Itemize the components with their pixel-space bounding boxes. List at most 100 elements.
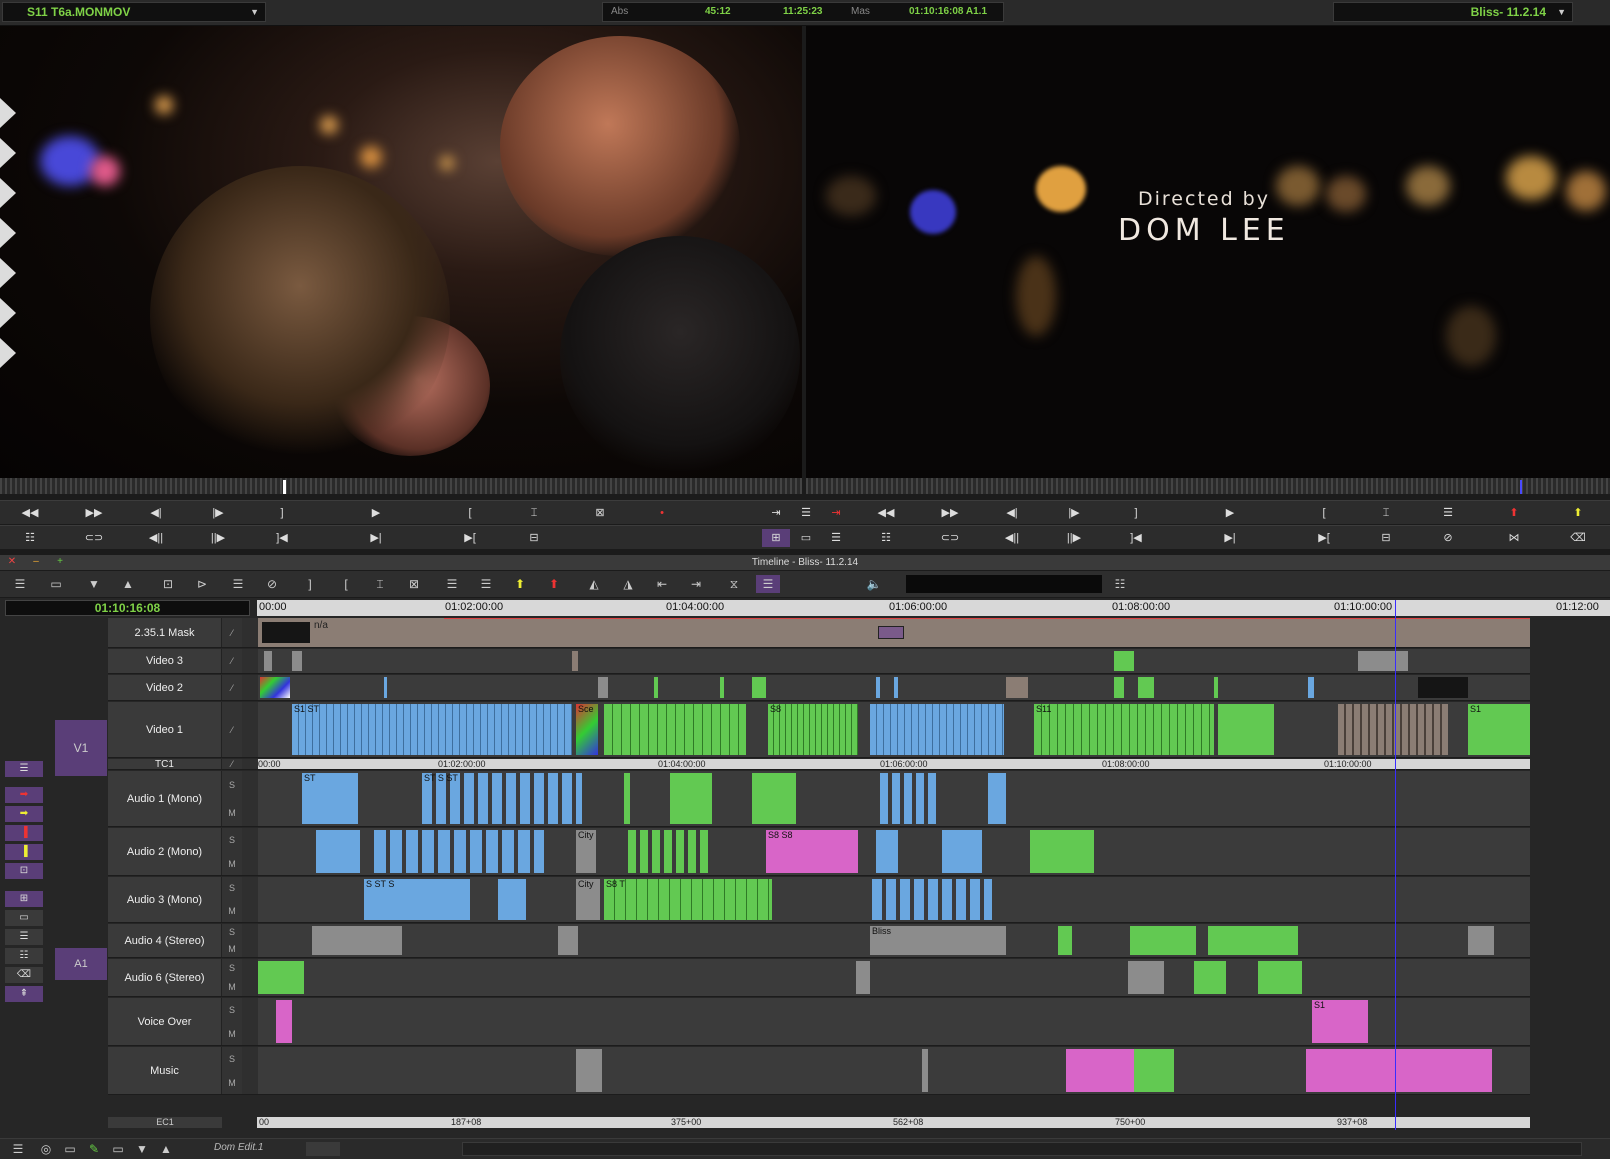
clip[interactable]: [312, 926, 402, 955]
track-lane[interactable]: S1: [258, 998, 1530, 1045]
rewind-icon[interactable]: ◀◀: [16, 504, 44, 522]
clip[interactable]: [876, 677, 880, 698]
clip[interactable]: [604, 704, 746, 755]
track-video-2[interactable]: Video 2 ⁄: [108, 675, 1530, 701]
track-lane[interactable]: [258, 675, 1530, 700]
clip[interactable]: S11: [1034, 704, 1214, 755]
yellow-arrow-icon[interactable]: ➡: [5, 806, 43, 822]
trim-yellow-icon[interactable]: ▐: [5, 844, 43, 860]
clear-marks-icon[interactable]: ⊠: [586, 504, 614, 522]
clip[interactable]: [872, 879, 992, 920]
go-to-in-icon[interactable]: ▶[: [1310, 529, 1338, 547]
solo-mute-controls[interactable]: SM: [222, 998, 242, 1045]
lock-icon[interactable]: ⁄: [222, 759, 242, 769]
clip[interactable]: [870, 704, 1004, 755]
clip[interactable]: [1058, 926, 1072, 955]
clip[interactable]: S ST S: [364, 879, 470, 920]
trim-red-icon[interactable]: ▐: [5, 825, 43, 841]
record-dot-icon[interactable]: ◎: [34, 1140, 58, 1158]
clip[interactable]: [1338, 704, 1448, 755]
clip[interactable]: [262, 622, 310, 643]
segment-mode-icon[interactable]: ☰: [5, 761, 43, 777]
next-edit-icon[interactable]: ||▶: [204, 529, 232, 547]
track-voice-over[interactable]: Voice Over SM S1: [108, 998, 1530, 1046]
eraser-icon[interactable]: ⌫: [5, 967, 43, 983]
splice-in-icon[interactable]: ⇥: [762, 504, 790, 522]
source-record-icon[interactable]: ⊞: [5, 891, 43, 907]
clip[interactable]: [384, 677, 387, 698]
clip[interactable]: [988, 773, 1006, 824]
match-frame-icon[interactable]: ⊟: [1372, 529, 1400, 547]
settings-icon[interactable]: ☰: [822, 529, 850, 547]
clip[interactable]: [720, 677, 724, 698]
mark-in-icon[interactable]: [: [334, 575, 358, 593]
track-audio-4[interactable]: Audio 4 (Stereo) SM Bliss: [108, 924, 1530, 958]
record-position-bar[interactable]: [806, 478, 1610, 494]
clip[interactable]: [374, 830, 544, 873]
record-monitor[interactable]: [806, 26, 1610, 478]
clip[interactable]: [1218, 704, 1274, 755]
v1-source-patch[interactable]: V1: [55, 720, 107, 776]
clip[interactable]: [894, 677, 898, 698]
lift-icon[interactable]: ☰: [1434, 504, 1462, 522]
clip[interactable]: [1130, 926, 1196, 955]
monitor-icon[interactable]: ▭: [792, 529, 820, 547]
effect-icon[interactable]: [878, 626, 904, 639]
clip[interactable]: City: [576, 830, 596, 873]
clip[interactable]: [922, 1049, 928, 1092]
go-to-out-icon[interactable]: ]◀: [268, 529, 296, 547]
track-lane[interactable]: ST ST S ST: [258, 771, 1530, 826]
display-icon[interactable]: ▭: [106, 1140, 130, 1158]
slip-icon[interactable]: ◮: [616, 575, 640, 593]
clip[interactable]: [1134, 1049, 1174, 1092]
settings-icon[interactable]: ☰: [8, 575, 32, 593]
play-icon[interactable]: ▶: [1216, 504, 1244, 522]
monitor-icon[interactable]: ▭: [44, 575, 68, 593]
settings-icon[interactable]: ☰: [5, 929, 43, 945]
lock-icon[interactable]: ⁄: [222, 675, 242, 700]
clip[interactable]: [316, 830, 360, 873]
clip[interactable]: [1258, 961, 1302, 994]
link-icon[interactable]: ⊂⊃: [80, 529, 108, 547]
timeline-ruler[interactable]: 00:00 01:02:00:00 01:04:00:00 01:06:00:0…: [257, 600, 1610, 616]
trim-icon[interactable]: ◭: [582, 575, 606, 593]
source-position-bar[interactable]: [0, 478, 802, 494]
record-icon[interactable]: •: [648, 504, 676, 522]
clip[interactable]: [856, 961, 870, 994]
go-to-out-icon[interactable]: ]◀: [1122, 529, 1150, 547]
clip[interactable]: [1468, 926, 1494, 955]
clip[interactable]: [576, 1049, 602, 1092]
lasso-icon[interactable]: ⊡: [5, 863, 43, 879]
track-audio-1[interactable]: Audio 1 (Mono) SM ST ST S ST: [108, 771, 1530, 827]
clip[interactable]: S1: [1468, 704, 1530, 755]
mark-out-icon[interactable]: ]: [268, 504, 296, 522]
mark-clip-icon[interactable]: ⌶: [520, 504, 548, 522]
track-tc1[interactable]: TC1 ⁄ 00:00 01:02:00:00 01:04:00:00 01:0…: [108, 759, 1530, 770]
track-mask[interactable]: 2.35.1 Mask ⁄ n/a: [108, 618, 1530, 648]
collapse-icon[interactable]: ⧖: [722, 575, 746, 593]
zoom-icon[interactable]: ⇞: [5, 986, 43, 1002]
extract-icon[interactable]: ⬆: [1500, 504, 1528, 522]
timeline-view-icon[interactable]: ☰: [756, 575, 780, 593]
clip[interactable]: S1: [1312, 1000, 1368, 1043]
clip[interactable]: [628, 830, 708, 873]
track-lane[interactable]: City S8 S8: [258, 828, 1530, 875]
layers-icon[interactable]: ☰: [226, 575, 250, 593]
clear-icon[interactable]: ⊘: [1434, 529, 1462, 547]
speaker-icon[interactable]: 🔈: [862, 575, 886, 593]
monitor-icon[interactable]: ▭: [5, 910, 43, 926]
track-audio-6[interactable]: Audio 6 (Stereo) SM: [108, 959, 1530, 997]
tracking-display[interactable]: Abs 45:12 11:25:23 Mas 01:10:16:08 A1.1: [602, 2, 1004, 22]
play-out-icon[interactable]: ▶|: [1216, 529, 1244, 547]
clip[interactable]: [1114, 651, 1134, 671]
clip[interactable]: Sce: [576, 704, 598, 755]
clip[interactable]: [1308, 677, 1314, 698]
clip[interactable]: [654, 677, 658, 698]
playhead[interactable]: [1395, 600, 1396, 1130]
clip[interactable]: [1418, 677, 1468, 698]
list-icon[interactable]: ☷: [5, 948, 43, 964]
up-arrow-icon[interactable]: ▲: [154, 1140, 178, 1158]
segment-right-icon[interactable]: ⇥: [684, 575, 708, 593]
clip[interactable]: [598, 677, 608, 698]
workspace-name[interactable]: Dom Edit.1: [214, 1142, 263, 1153]
